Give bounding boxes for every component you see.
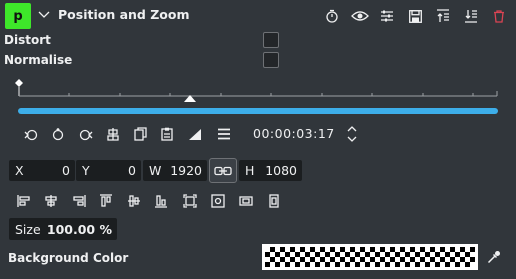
fit-height-icon[interactable] — [265, 192, 283, 210]
chevron-down-icon[interactable] — [37, 8, 51, 22]
previous-keyframe-icon[interactable] — [22, 126, 40, 142]
align-keyframe-icon[interactable] — [104, 126, 122, 142]
align-top-edge-icon[interactable] — [97, 192, 115, 210]
align-bottom-edge-icon[interactable] — [152, 192, 170, 210]
w-label: W — [149, 163, 162, 178]
size-field[interactable]: Size 100.00 % — [9, 218, 117, 240]
align-top-icon[interactable] — [434, 7, 452, 25]
h-label: H — [245, 163, 255, 178]
y-label: Y — [82, 163, 90, 178]
fit-width-icon[interactable] — [237, 192, 255, 210]
align-right-icon[interactable] — [70, 192, 88, 210]
width-field[interactable]: W 1920 — [143, 160, 207, 181]
interpolation-icon[interactable] — [186, 126, 204, 142]
menu-icon[interactable] — [215, 126, 233, 142]
size-label: Size — [15, 221, 41, 237]
align-left-icon[interactable] — [15, 192, 33, 210]
size-value[interactable]: 100.00 % — [47, 222, 112, 237]
sliders-icon[interactable] — [378, 7, 396, 25]
copy-icon[interactable] — [131, 126, 149, 142]
align-vcenter-icon[interactable] — [125, 192, 143, 210]
fit-frame-icon[interactable] — [181, 192, 199, 210]
normalise-label: Normalise — [4, 53, 73, 67]
align-bottom-icon[interactable] — [462, 7, 480, 25]
paste-icon[interactable] — [158, 126, 176, 142]
keyframe-timeline[interactable] — [12, 74, 504, 114]
add-keyframe-icon[interactable] — [49, 126, 67, 142]
normalise-checkbox[interactable] — [263, 52, 279, 68]
fill-frame-icon[interactable] — [209, 192, 227, 210]
y-position-field[interactable]: Y 0 — [76, 160, 141, 181]
distort-checkbox[interactable] — [263, 32, 279, 48]
distort-label: Distort — [4, 33, 51, 47]
eye-icon[interactable] — [350, 7, 370, 25]
timecode-spinner-icon[interactable] — [345, 124, 359, 144]
link-icon — [214, 166, 232, 176]
background-color-label: Background Color — [8, 251, 129, 265]
timer-icon[interactable] — [323, 7, 341, 25]
lock-ratio-button[interactable] — [209, 158, 237, 183]
y-value[interactable]: 0 — [128, 163, 136, 178]
w-value[interactable]: 1920 — [170, 163, 202, 178]
x-value[interactable]: 0 — [62, 163, 70, 178]
effect-badge-label: p — [13, 8, 23, 24]
align-hcenter-icon[interactable] — [42, 192, 60, 210]
height-field[interactable]: H 1080 — [239, 160, 302, 181]
x-label: X — [15, 163, 24, 178]
next-keyframe-icon[interactable] — [77, 126, 95, 142]
trash-icon[interactable] — [490, 7, 508, 25]
effect-badge[interactable]: p — [5, 3, 31, 29]
h-value[interactable]: 1080 — [265, 163, 297, 178]
background-color-swatch[interactable] — [262, 244, 478, 270]
effect-title: Position and Zoom — [58, 7, 190, 22]
timecode-display[interactable]: 00:00:03:17 — [253, 126, 335, 141]
save-icon[interactable] — [406, 7, 424, 25]
eyedropper-icon[interactable] — [485, 248, 503, 266]
x-position-field[interactable]: X 0 — [9, 160, 75, 181]
